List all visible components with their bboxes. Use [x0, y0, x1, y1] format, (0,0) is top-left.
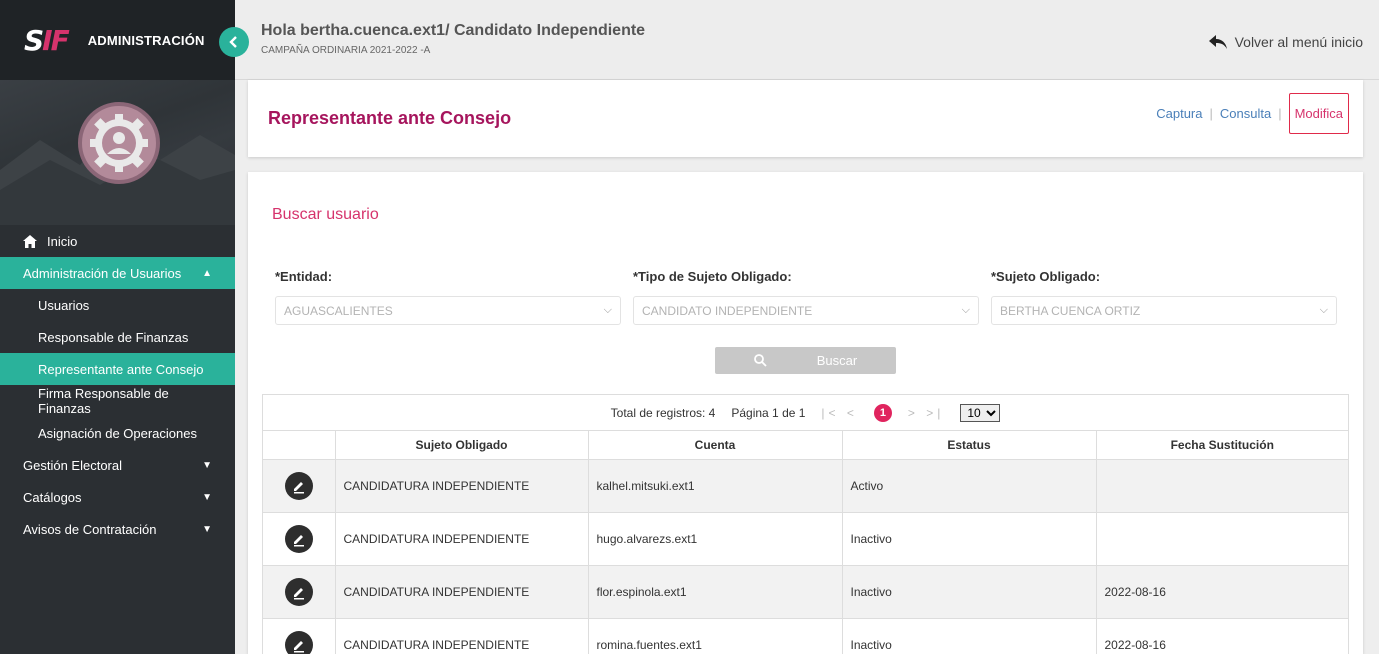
- table-row: CANDIDATURA INDEPENDIENTE flor.espinola.…: [263, 565, 1348, 619]
- pencil-icon: [293, 534, 304, 546]
- sujeto-obligado-label: *Sujeto Obligado:: [991, 269, 1101, 284]
- entidad-select[interactable]: AGUASCALIENTES ⌵: [275, 296, 621, 325]
- cell-cuenta: flor.espinola.ext1: [588, 565, 843, 619]
- cell-estatus: Inactivo: [842, 618, 1097, 654]
- collapse-sidebar-button[interactable]: [219, 27, 249, 57]
- nav-item-administracion-usuarios[interactable]: Administración de Usuarios ▲: [0, 257, 235, 289]
- separator: |: [1209, 106, 1213, 121]
- first-prev-icon[interactable]: |< <: [821, 406, 857, 420]
- action-links: Captura | Consulta | Modifica: [1156, 93, 1349, 134]
- tipo-sujeto-label: *Tipo de Sujeto Obligado:: [633, 269, 792, 284]
- edit-button[interactable]: [284, 471, 313, 500]
- chevron-down-icon: ▼: [202, 523, 212, 535]
- nav-item-firma-responsable[interactable]: Firma Responsable de Finanzas: [0, 385, 235, 417]
- nav-item-responsable-finanzas[interactable]: Responsable de Finanzas: [0, 321, 235, 353]
- consulta-link[interactable]: Consulta: [1220, 106, 1271, 121]
- back-to-menu-link[interactable]: Volver al menú inicio: [1208, 34, 1363, 50]
- nav-item-inicio[interactable]: Inicio: [0, 225, 235, 257]
- sif-logo: SIF: [24, 23, 70, 57]
- avatar: [78, 102, 160, 184]
- pencil-icon: [293, 640, 304, 652]
- cell-estatus: Inactivo: [842, 565, 1097, 619]
- nav-item-usuarios[interactable]: Usuarios: [0, 289, 235, 321]
- entidad-label: *Entidad:: [275, 269, 333, 284]
- header-estatus: Estatus: [842, 431, 1097, 460]
- cell-sujeto: CANDIDATURA INDEPENDIENTE: [335, 459, 589, 513]
- cell-estatus: Activo: [842, 459, 1097, 513]
- chevron-down-icon: ▼: [202, 459, 212, 471]
- header-edit: [263, 431, 336, 460]
- table-row: CANDIDATURA INDEPENDIENTE hugo.alvarezs.…: [263, 512, 1348, 566]
- cell-fecha: [1096, 459, 1348, 513]
- cell-cuenta: romina.fuentes.ext1: [588, 618, 843, 654]
- page-indicator: Página 1 de 1: [731, 405, 806, 420]
- current-page-button[interactable]: 1: [873, 403, 892, 422]
- cell-sujeto: CANDIDATURA INDEPENDIENTE: [335, 618, 589, 654]
- modifica-link[interactable]: Modifica: [1288, 93, 1349, 134]
- search-card: Buscar usuario *Entidad: *Tipo de Sujeto…: [248, 172, 1363, 654]
- nav-item-gestion-electoral[interactable]: Gestión Electoral ▼: [0, 449, 235, 481]
- next-last-icon[interactable]: > >|: [908, 406, 944, 420]
- profile-banner: [0, 80, 235, 225]
- chevron-down-icon: ⌵: [961, 304, 970, 316]
- sujeto-obligado-select[interactable]: BERTHA CUENCA ORTIZ ⌵: [991, 296, 1337, 325]
- header-sujeto: Sujeto Obligado: [335, 431, 589, 460]
- table-row: CANDIDATURA INDEPENDIENTE kalhel.mitsuki…: [263, 459, 1348, 513]
- cell-cuenta: hugo.alvarezs.ext1: [588, 512, 843, 566]
- page-size-select[interactable]: 10: [960, 403, 1001, 422]
- table-row: CANDIDATURA INDEPENDIENTE romina.fuentes…: [263, 618, 1348, 654]
- pencil-icon: [293, 587, 304, 599]
- nav-item-asignacion-operaciones[interactable]: Asignación de Operaciones: [0, 417, 235, 449]
- top-header: Hola bertha.cuenca.ext1/ Candidato Indep…: [235, 0, 1379, 80]
- cell-fecha: 2022-08-16: [1096, 565, 1348, 619]
- total-records: Total de registros: 4: [610, 405, 716, 420]
- captura-link[interactable]: Captura: [1156, 106, 1202, 121]
- chevron-left-icon: [229, 36, 237, 48]
- data-table: Sujeto Obligado Cuenta Estatus Fecha Sus…: [263, 431, 1348, 654]
- nav-item-representante-consejo[interactable]: Representante ante Consejo: [0, 353, 235, 385]
- separator: |: [1278, 106, 1282, 121]
- nav-item-avisos-contratacion[interactable]: Avisos de Contratación ▼: [0, 513, 235, 545]
- pagination-bar: Total de registros: 4 Página 1 de 1 |< <…: [263, 395, 1348, 431]
- header-fecha: Fecha Sustitución: [1096, 431, 1348, 460]
- table-header-row: Sujeto Obligado Cuenta Estatus Fecha Sus…: [263, 431, 1348, 460]
- sidebar: SIF ADMINISTRACIÓN Inicio Administración…: [0, 0, 249, 654]
- title-card: Representante ante Consejo Captura | Con…: [248, 80, 1363, 157]
- chevron-down-icon: ⌵: [1319, 304, 1328, 316]
- header-cuenta: Cuenta: [588, 431, 843, 460]
- cell-sujeto: CANDIDATURA INDEPENDIENTE: [335, 565, 589, 619]
- cell-fecha: [1096, 512, 1348, 566]
- page-title: Representante ante Consejo: [268, 108, 512, 128]
- user-gear-icon: [90, 114, 148, 172]
- tipo-sujeto-select[interactable]: CANDIDATO INDEPENDIENTE ⌵: [633, 296, 979, 325]
- cell-cuenta: kalhel.mitsuki.ext1: [588, 459, 843, 513]
- pencil-icon: [293, 481, 304, 493]
- reply-arrow-icon: [1208, 35, 1227, 49]
- search-icon: [753, 354, 767, 367]
- edit-button[interactable]: [284, 524, 313, 553]
- search-button[interactable]: Buscar: [715, 347, 896, 374]
- edit-button[interactable]: [284, 630, 313, 654]
- greeting-text: Hola bertha.cuenca.ext1/ Candidato Indep…: [261, 22, 646, 39]
- cell-sujeto: CANDIDATURA INDEPENDIENTE: [335, 512, 589, 566]
- results-table: Total de registros: 4 Página 1 de 1 |< <…: [262, 394, 1349, 654]
- chevron-up-icon: ▲: [202, 267, 212, 279]
- cell-estatus: Inactivo: [842, 512, 1097, 566]
- nav-item-catalogos[interactable]: Catálogos ▼: [0, 481, 235, 513]
- campaign-text: CAMPAÑA ORDINARIA 2021-2022 -A: [261, 45, 431, 56]
- chevron-down-icon: ▼: [202, 491, 212, 503]
- edit-button[interactable]: [284, 577, 313, 606]
- nav-menu: Inicio Administración de Usuarios ▲ Usua…: [0, 225, 235, 545]
- home-icon: [23, 234, 37, 248]
- chevron-down-icon: ⌵: [603, 304, 612, 316]
- app-title: ADMINISTRACIÓN: [87, 32, 205, 48]
- brand-bar: SIF ADMINISTRACIÓN: [0, 0, 249, 80]
- search-title: Buscar usuario: [272, 206, 379, 223]
- cell-fecha: 2022-08-16: [1096, 618, 1348, 654]
